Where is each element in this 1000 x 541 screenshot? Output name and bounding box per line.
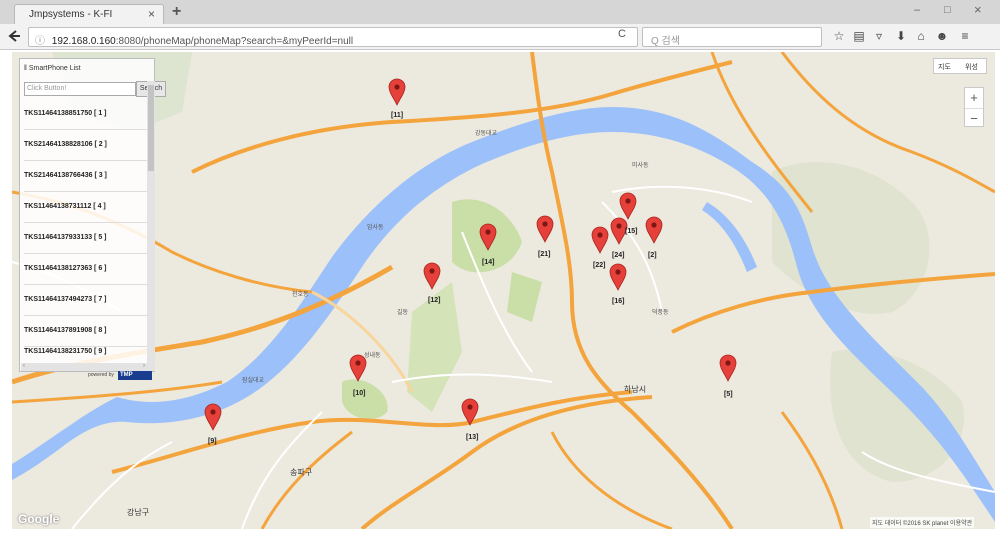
menu-icon[interactable]: ≡: [958, 29, 972, 43]
map-marker-9[interactable]: [203, 403, 223, 431]
map-marker-2[interactable]: [644, 216, 664, 244]
phone-list-item[interactable]: TKS11464138231750 [ 9 ]: [24, 346, 148, 364]
scroll-right-icon[interactable]: ›: [143, 363, 145, 369]
map-marker-10[interactable]: [348, 354, 368, 382]
marker-label-24: [24]: [612, 252, 625, 259]
map-mode-button[interactable]: 지도: [938, 62, 951, 72]
url-host: 192.168.0.160: [51, 36, 116, 47]
map-place-label: 강동대교: [475, 131, 498, 137]
marker-label-14: [14]: [482, 259, 495, 266]
map-marker-11[interactable]: [387, 78, 407, 106]
marker-label-13: [13]: [466, 434, 479, 441]
map-place-label: 하남시: [624, 385, 647, 394]
browser-window: Jmpsystems - K-FI × + – □ × ⓘ 192.168.0.…: [0, 0, 1000, 541]
marker-label-11: [11]: [391, 112, 404, 119]
satellite-mode-button[interactable]: 위성: [965, 62, 978, 72]
map-place-label: 잠실대교: [242, 378, 265, 384]
map-canvas[interactable]: 하남시 송파구 강남구 천호동 암사동 길동 성내동 덕풍동 미사동 잠실대교 …: [12, 52, 995, 529]
map-copyright[interactable]: 지도 데이터 ©2016 SK planet 이용약관: [870, 517, 975, 528]
tab-close-icon[interactable]: ×: [148, 7, 155, 21]
google-logo: Google: [18, 512, 60, 526]
url-bar[interactable]: ⓘ 192.168.0.160:8080/phoneMap/phoneMap?s…: [28, 27, 638, 47]
marker-label-22: [22]: [593, 262, 606, 269]
map-type-switch: 지도 위성: [933, 58, 987, 74]
zoom-control: + −: [964, 87, 984, 127]
zoom-out-button[interactable]: −: [965, 108, 983, 127]
pocket-icon[interactable]: ▿: [872, 29, 886, 43]
panel-search-input[interactable]: Click Button!: [24, 82, 136, 96]
scroll-left-icon[interactable]: ‹: [23, 363, 25, 369]
powered-by-text: powered by: [88, 372, 114, 378]
marker-label-21: [21]: [538, 251, 551, 258]
map-place-label: 강남구: [127, 508, 150, 517]
map-marker-21[interactable]: [535, 215, 555, 243]
map-marker-14[interactable]: [478, 223, 498, 251]
url-path: :8080/phoneMap/phoneMap?search=&myPeerId…: [115, 36, 354, 47]
phone-list-item[interactable]: TKS21464138828106 [ 2 ]: [24, 131, 148, 161]
marker-label-10: [10]: [353, 390, 366, 397]
zoom-in-button[interactable]: +: [965, 88, 983, 107]
map-tiles: [12, 52, 995, 529]
account-icon[interactable]: ☻: [935, 29, 949, 43]
bookmark-star-icon[interactable]: ☆: [832, 29, 846, 43]
map-place-label: 천호동: [292, 292, 309, 298]
map-marker-16[interactable]: [608, 263, 628, 291]
phone-list-item[interactable]: TKS11464138127363 [ 6 ]: [24, 255, 148, 285]
map-marker-12[interactable]: [422, 262, 442, 290]
reload-icon[interactable]: C: [618, 28, 626, 40]
phone-list-item[interactable]: TKS11464137933133 [ 5 ]: [24, 224, 148, 254]
map-place-label: 미사동: [632, 163, 649, 169]
marker-label-5: [5]: [724, 391, 733, 398]
marker-label-9: [9]: [208, 438, 217, 445]
marker-label-16: [16]: [612, 298, 625, 305]
back-arrow-icon[interactable]: [6, 28, 24, 46]
tmp-logo: TMP: [118, 371, 152, 380]
phone-list-item[interactable]: TKS11464137494273 [ 7 ]: [24, 286, 148, 316]
minimize-button[interactable]: –: [914, 4, 920, 16]
map-place-label: 암사동: [367, 225, 384, 231]
map-marker-5[interactable]: [718, 354, 738, 382]
smartphone-list-panel: ‖ SmartPhone List Click Button! Search T…: [19, 58, 166, 372]
phone-list-item[interactable]: TKS11464138731112 [ 4 ]: [24, 193, 148, 223]
phone-list-item[interactable]: TKS11464138851750 [ 1 ]: [24, 100, 148, 130]
map-place-label: 길동: [397, 310, 409, 316]
marker-label-2: [2]: [648, 252, 657, 259]
scrollbar-thumb[interactable]: [148, 85, 154, 171]
new-tab-button[interactable]: +: [172, 3, 181, 21]
panel-horizontal-scrollbar[interactable]: ‹ ›: [21, 363, 147, 371]
phone-list-item[interactable]: TKS11464137891908 [ 8 ]: [24, 317, 148, 347]
map-marker-13[interactable]: [460, 398, 480, 426]
maximize-button[interactable]: □: [944, 4, 951, 16]
map-place-label: 덕풍동: [652, 310, 669, 316]
map-place-label: 송파구: [290, 468, 313, 477]
tab-title: Jmpsystems - K-FI: [29, 9, 113, 20]
info-icon[interactable]: ⓘ: [35, 36, 45, 46]
panel-title: ‖ SmartPhone List: [24, 65, 81, 72]
search-input[interactable]: Q 검색: [642, 27, 822, 47]
panel-vertical-scrollbar[interactable]: [147, 81, 155, 371]
download-icon[interactable]: ⬇: [894, 29, 908, 43]
tab-bar: Jmpsystems - K-FI × + – □ ×: [0, 0, 1000, 24]
map-marker-22[interactable]: [590, 226, 610, 254]
close-window-button[interactable]: ×: [974, 2, 982, 17]
marker-label-15: [15]: [625, 228, 638, 235]
reading-list-icon[interactable]: ▤: [852, 29, 866, 43]
navigation-bar: ⓘ 192.168.0.160:8080/phoneMap/phoneMap?s…: [0, 24, 1000, 50]
marker-label-12: [12]: [428, 297, 441, 304]
home-icon[interactable]: ⌂: [914, 29, 928, 43]
map-marker-15[interactable]: [618, 192, 638, 220]
browser-tab[interactable]: Jmpsystems - K-FI ×: [14, 4, 164, 24]
phone-list-item[interactable]: TKS21464138766436 [ 3 ]: [24, 162, 148, 192]
